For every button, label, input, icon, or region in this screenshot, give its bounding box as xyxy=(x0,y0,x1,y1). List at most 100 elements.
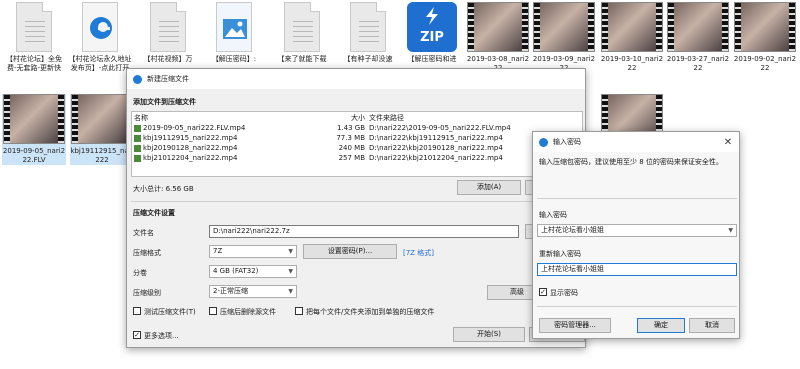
desktop-file-5[interactable]: 【来了就能下载 xyxy=(270,2,334,64)
desktop-file-label: 【村花视频】万 xyxy=(143,55,193,63)
desktop: 【村花论坛】全免费-无套路-更新快 【村花论坛永久地址发布页】-点此打开 【村花… xyxy=(0,0,800,369)
separate-archives-label: 把每个文件/文件夹添加到单独的压缩文件 xyxy=(306,308,435,316)
archive-dialog-title: 新建压缩文件 xyxy=(147,75,189,83)
reenter-password-label: 重新输入密码 xyxy=(539,250,581,258)
test-archive-checkbox[interactable] xyxy=(133,307,141,315)
add-files-heading: 添加文件到压缩文件 xyxy=(133,98,196,106)
table-row[interactable]: 2019-09-05_nari222.FLV.mp4 1.43 GB D:\na… xyxy=(132,123,582,133)
desktop-file-label: 【来了就能下载 xyxy=(277,55,327,63)
divider xyxy=(537,306,737,307)
filename-label: 文件名 xyxy=(133,229,154,237)
split-value: 4 GB (FAT32) xyxy=(213,267,259,275)
table-row[interactable]: kbj19112915_nari222.mp4 77.3 MB D:\nari2… xyxy=(132,133,582,143)
desktop-file-label: 【有种子却没速 xyxy=(343,55,393,63)
document-icon xyxy=(16,2,52,52)
format-link[interactable]: [7Z 格式] xyxy=(403,248,434,258)
level-select[interactable]: 2-正常压缩 ▼ xyxy=(209,285,297,298)
level-value: 2-正常压缩 xyxy=(213,287,248,295)
format-select[interactable]: 7Z ▼ xyxy=(209,245,297,258)
set-password-button[interactable]: 设置密码(P)... xyxy=(303,244,397,259)
desktop-file-label: 2019-03-27_nari222 xyxy=(666,55,730,72)
video-file-6[interactable]: 2019-09-05_nari222.FLV xyxy=(2,94,66,165)
split-select[interactable]: 4 GB (FAT32) ▼ xyxy=(209,265,297,278)
file-size: 1.43 GB xyxy=(336,124,365,132)
document-icon xyxy=(284,2,320,52)
ok-button[interactable]: 确定 xyxy=(637,318,685,333)
video-file-icon xyxy=(134,124,141,132)
file-list[interactable]: 名称 大小 文件来路径 2019-09-05_nari222.FLV.mp4 1… xyxy=(131,111,583,177)
video-file-icon xyxy=(134,134,141,142)
enter-password-label: 输入密码 xyxy=(539,211,567,219)
file-size: 257 MB xyxy=(338,154,365,162)
reenter-password-input[interactable]: 上村花论坛看小姐姐 xyxy=(537,263,737,276)
table-row[interactable]: kbj20190128_nari222.mp4 240 MB D:\nari22… xyxy=(132,143,582,153)
column-name[interactable]: 名称 xyxy=(132,113,312,123)
show-password-label: 显示密码 xyxy=(550,289,578,297)
archive-dialog-titlebar: 新建压缩文件 xyxy=(127,69,585,89)
start-button[interactable]: 开始(S) xyxy=(453,327,525,342)
separate-archives-checkbox[interactable] xyxy=(295,307,303,315)
desktop-file-label: 2019-09-02_nari222 xyxy=(733,55,797,72)
video-thumbnail xyxy=(667,2,729,52)
video-file-5[interactable]: 2019-09-02_nari222 xyxy=(733,2,797,73)
file-name: 2019-09-05_nari222.FLV.mp4 xyxy=(143,124,246,132)
desktop-file-2[interactable]: 【村花论坛永久地址发布页】-点此打开 xyxy=(68,2,132,73)
password-dialog-title: 输入密码 xyxy=(553,138,581,146)
more-options-checkbox[interactable]: ✓ xyxy=(133,331,141,339)
file-table: 名称 大小 文件来路径 2019-09-05_nari222.FLV.mp4 1… xyxy=(132,113,582,163)
level-label: 压缩级别 xyxy=(133,289,161,297)
delete-source-checkbox[interactable] xyxy=(209,307,217,315)
file-size: 240 MB xyxy=(338,144,365,152)
image-file-icon xyxy=(216,2,252,52)
divider xyxy=(537,198,737,199)
password-manager-button[interactable]: 密码管理器... xyxy=(539,318,611,333)
column-size[interactable]: 大小 xyxy=(312,113,367,123)
desktop-file-label: 【解压密码】: xyxy=(211,55,257,63)
video-thumbnail xyxy=(3,94,65,144)
desktop-file-3[interactable]: 【村花视频】万 xyxy=(136,2,200,64)
video-thumbnail xyxy=(601,2,663,52)
table-row[interactable]: kbj21012204_nari222.mp4 257 MB D:\nari22… xyxy=(132,153,582,163)
desktop-file-4[interactable]: 【解压密码】: xyxy=(202,2,266,64)
document-icon xyxy=(350,2,386,52)
total-size: 大小总计: 6.56 GB xyxy=(133,185,194,193)
video-thumbnail xyxy=(467,2,529,52)
file-name: kbj20190128_nari222.mp4 xyxy=(143,144,238,152)
archive-filename-input[interactable]: D:\nari222\nari222.7z xyxy=(209,225,519,238)
file-name: kbj21012204_nari222.mp4 xyxy=(143,154,238,162)
video-file-2[interactable]: 2019-03-09_nari222 xyxy=(532,2,596,73)
show-password-checkbox[interactable]: ✓ xyxy=(539,288,547,296)
more-options-label: 更多选项... xyxy=(144,332,179,340)
video-file-1[interactable]: 2019-03-08_nari222 xyxy=(466,2,530,73)
video-thumbnail xyxy=(71,94,133,144)
test-archive-label: 测试压缩文件(T) xyxy=(144,308,196,316)
desktop-file-label: 2019-09-05_nari222.FLV xyxy=(2,147,66,164)
desktop-file-6[interactable]: 【有种子却没速 xyxy=(336,2,400,64)
desktop-file-1[interactable]: 【村花论坛】全免费-无套路-更新快 xyxy=(2,2,66,73)
column-path[interactable]: 文件来路径 xyxy=(367,113,582,123)
chevron-down-icon: ▼ xyxy=(288,248,293,255)
video-file-7[interactable]: kbj19112915_nari222 xyxy=(70,94,134,165)
split-label: 分卷 xyxy=(133,269,147,277)
zip-icon: ZIP xyxy=(407,2,457,52)
password-value: 上村花论坛看小姐姐 xyxy=(541,226,604,234)
video-file-icon xyxy=(134,154,141,162)
password-hint: 输入压缩包密码，建议使用至少 8 位的密码来保证安全性。 xyxy=(539,158,723,166)
format-label: 压缩格式 xyxy=(133,249,161,257)
app-icon xyxy=(133,74,142,84)
cancel-button[interactable]: 取消 xyxy=(689,318,735,333)
password-dialog: 输入密码 ✕ 输入压缩包密码，建议使用至少 8 位的密码来保证安全性。 输入密码… xyxy=(532,131,740,339)
divider xyxy=(131,201,583,202)
desktop-file-label: kbj19112915_nari222 xyxy=(70,147,134,164)
video-file-3[interactable]: 2019-03-10_nari222 xyxy=(600,2,664,73)
desktop-file-7[interactable]: ZIP 【解压密码和进 xyxy=(400,2,464,64)
add-button[interactable]: 添加(A) xyxy=(457,180,521,195)
video-file-4[interactable]: 2019-03-27_nari222 xyxy=(666,2,730,73)
file-name: kbj19112915_nari222.mp4 xyxy=(143,134,238,142)
new-archive-dialog: 新建压缩文件 添加文件到压缩文件 名称 大小 文件来路径 2019-09-05_… xyxy=(126,68,586,348)
file-size: 77.3 MB xyxy=(336,134,365,142)
password-input[interactable]: 上村花论坛看小姐姐 ▼ xyxy=(537,224,737,237)
app-icon xyxy=(539,137,548,147)
close-icon[interactable]: ✕ xyxy=(717,137,739,148)
document-icon xyxy=(150,2,186,52)
